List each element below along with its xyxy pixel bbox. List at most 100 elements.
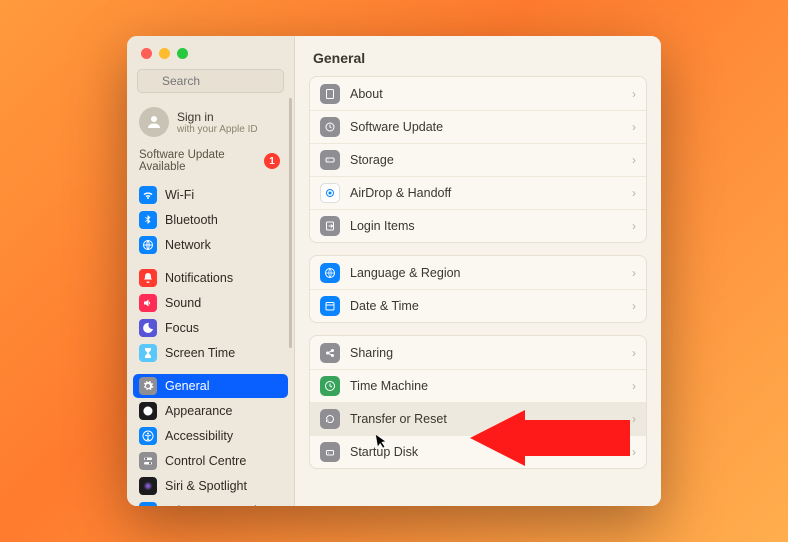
sharing-icon xyxy=(320,343,340,363)
gear-icon xyxy=(139,377,157,395)
settings-group: About›Software Update›Storage›AirDrop & … xyxy=(309,76,647,243)
sidebar-item-screen-time[interactable]: Screen Time xyxy=(133,341,288,365)
storage-icon xyxy=(320,150,340,170)
sidebar-item-wi-fi[interactable]: Wi-Fi xyxy=(133,183,288,207)
close-button[interactable] xyxy=(141,48,152,59)
row-time-machine[interactable]: Time Machine › xyxy=(310,369,646,402)
sidebar-nav: Wi-Fi Bluetooth Network NotificationsSound F… xyxy=(127,183,294,506)
window-controls xyxy=(127,36,294,69)
row-label: Transfer or Reset xyxy=(350,412,447,426)
globe-icon xyxy=(320,263,340,283)
network-icon xyxy=(139,236,157,254)
settings-window: Sign in with your Apple ID Software Upda… xyxy=(127,36,661,506)
avatar-icon xyxy=(139,107,169,137)
sidebar-item-label: General xyxy=(165,379,209,393)
calendar-icon xyxy=(320,296,340,316)
sidebar-item-bluetooth[interactable]: Bluetooth xyxy=(133,208,288,232)
software-update-notice[interactable]: Software Update Available 1 xyxy=(127,147,294,183)
chevron-right-icon: › xyxy=(632,346,636,360)
settings-group: Sharing›Time Machine›Transfer or Reset›S… xyxy=(309,335,647,469)
switches-icon xyxy=(139,452,157,470)
update-label: Software Update Available xyxy=(139,149,249,173)
sidebar-item-label: Appearance xyxy=(165,404,232,418)
moon-icon xyxy=(139,319,157,337)
row-label: Startup Disk xyxy=(350,445,418,459)
main-panel: General About›Software Update›Storage›Ai… xyxy=(295,36,661,506)
row-storage[interactable]: Storage› xyxy=(310,143,646,176)
sidebar-item-focus[interactable]: Focus xyxy=(133,316,288,340)
sidebar-item-label: Control Centre xyxy=(165,454,246,468)
sidebar-item-label: Siri & Spotlight xyxy=(165,479,247,493)
row-software-update[interactable]: Software Update › xyxy=(310,110,646,143)
row-about[interactable]: About › xyxy=(310,77,646,110)
update-icon xyxy=(320,117,340,137)
row-sharing[interactable]: Sharing › xyxy=(310,336,646,369)
row-login-items[interactable]: Login Items › xyxy=(310,209,646,242)
row-label: Sharing xyxy=(350,346,393,360)
sidebar-item-network[interactable]: Network xyxy=(133,233,288,257)
sidebar-item-siri-spotlight[interactable]: Siri & Spotlight xyxy=(133,474,288,498)
sidebar-item-label: Network xyxy=(165,238,211,252)
sidebar-item-label: Wi-Fi xyxy=(165,188,194,202)
scrollbar[interactable] xyxy=(289,98,292,348)
row-label: Date & Time xyxy=(350,299,419,313)
hourglass-icon xyxy=(139,344,157,362)
sign-in-subtitle: with your Apple ID xyxy=(177,124,258,135)
search-input[interactable] xyxy=(137,69,284,93)
chevron-right-icon: › xyxy=(632,266,636,280)
page-title: General xyxy=(295,36,661,76)
sidebar-item-sound[interactable]: Sound xyxy=(133,291,288,315)
sidebar-item-notifications[interactable]: Notifications xyxy=(133,266,288,290)
zoom-button[interactable] xyxy=(177,48,188,59)
sidebar-item-label: Accessibility xyxy=(165,429,233,443)
row-startup-disk[interactable]: Startup Disk› xyxy=(310,435,646,468)
sidebar-item-control-centre[interactable]: Control Centre xyxy=(133,449,288,473)
airdrop-icon xyxy=(320,183,340,203)
row-label: About xyxy=(350,87,383,101)
row-label: Storage xyxy=(350,153,394,167)
chevron-right-icon: › xyxy=(632,219,636,233)
row-label: Login Items xyxy=(350,219,415,233)
row-language-region[interactable]: Language & Region › xyxy=(310,256,646,289)
sign-in-title: Sign in xyxy=(177,110,258,124)
siri-icon xyxy=(139,477,157,495)
row-transfer-or-reset[interactable]: Transfer or Reset › xyxy=(310,402,646,435)
row-label: Software Update xyxy=(350,120,443,134)
chevron-right-icon: › xyxy=(632,120,636,134)
sidebar-item-accessibility[interactable]: Accessibility xyxy=(133,424,288,448)
sidebar-item-label: Bluetooth xyxy=(165,213,218,227)
chevron-right-icon: › xyxy=(632,412,636,426)
sidebar-item-label: Screen Time xyxy=(165,346,235,360)
chevron-right-icon: › xyxy=(632,299,636,313)
about-icon xyxy=(320,84,340,104)
hand-icon xyxy=(139,502,157,506)
bluetooth-icon xyxy=(139,211,157,229)
login-icon xyxy=(320,216,340,236)
chevron-right-icon: › xyxy=(632,379,636,393)
sidebar: Sign in with your Apple ID Software Upda… xyxy=(127,36,295,506)
disk-icon xyxy=(320,442,340,462)
chevron-right-icon: › xyxy=(632,186,636,200)
row-airdrop-handoff[interactable]: AirDrop & Handoff › xyxy=(310,176,646,209)
content-area: About›Software Update›Storage›AirDrop & … xyxy=(295,76,661,506)
sidebar-item-general[interactable]: General xyxy=(133,374,288,398)
sign-in-row[interactable]: Sign in with your Apple ID xyxy=(127,101,294,147)
row-date-time[interactable]: Date & Time › xyxy=(310,289,646,322)
wifi-icon xyxy=(139,186,157,204)
appearance-icon xyxy=(139,402,157,420)
minimize-button[interactable] xyxy=(159,48,170,59)
sidebar-item-label: Focus xyxy=(165,321,199,335)
reset-icon xyxy=(320,409,340,429)
row-label: Language & Region xyxy=(350,266,461,280)
sidebar-item-privacy-security[interactable]: Privacy & Security xyxy=(133,499,288,506)
sidebar-item-appearance[interactable]: Appearance xyxy=(133,399,288,423)
chevron-right-icon: › xyxy=(632,87,636,101)
accessibility-icon xyxy=(139,427,157,445)
timemachine-icon xyxy=(320,376,340,396)
bell-icon xyxy=(139,269,157,287)
update-badge: 1 xyxy=(264,153,280,169)
settings-group: Language & Region › Date & Time › xyxy=(309,255,647,323)
row-label: Time Machine xyxy=(350,379,428,393)
row-label: AirDrop & Handoff xyxy=(350,186,451,200)
sound-icon xyxy=(139,294,157,312)
